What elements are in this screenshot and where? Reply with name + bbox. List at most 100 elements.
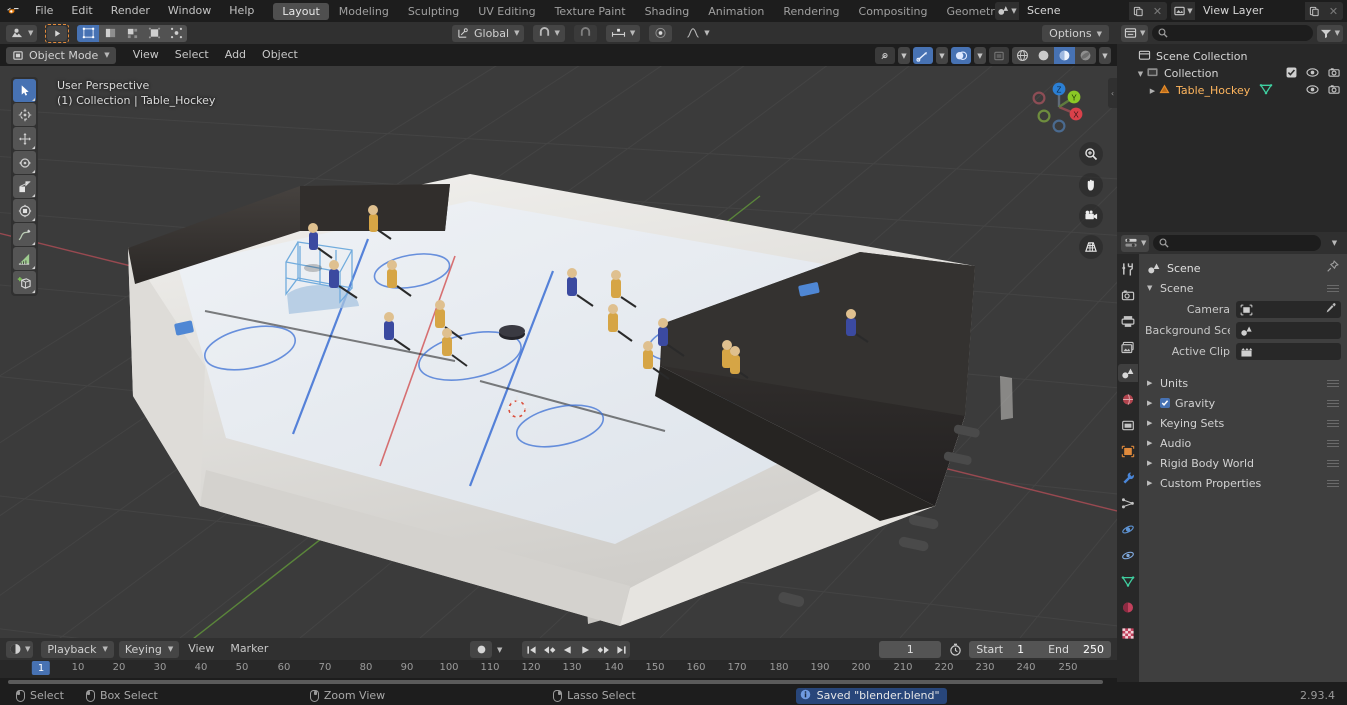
properties-tab-output[interactable] bbox=[1118, 312, 1138, 330]
pan-hand-icon[interactable] bbox=[1079, 173, 1103, 197]
workspace-tab-layout[interactable]: Layout bbox=[273, 2, 329, 20]
snap-settings[interactable] bbox=[573, 24, 597, 42]
outliner-display-mode[interactable]: ▼ bbox=[1121, 24, 1149, 42]
shading-mode-group[interactable] bbox=[1012, 47, 1096, 64]
background-scene-field[interactable] bbox=[1236, 322, 1341, 339]
new-scene-button[interactable] bbox=[1129, 2, 1148, 20]
scale-tool[interactable] bbox=[13, 175, 36, 198]
properties-options-dropdown[interactable]: ▼ bbox=[1325, 235, 1343, 252]
end-value[interactable]: 250 bbox=[1076, 641, 1111, 658]
scene-icon[interactable]: ▼ bbox=[995, 2, 1019, 20]
properties-tab-modifiers[interactable] bbox=[1118, 468, 1138, 486]
unlink-scene-button[interactable]: ✕ bbox=[1148, 2, 1167, 20]
view-layer-name-field[interactable]: View Layer bbox=[1195, 2, 1305, 20]
toggle-perspective-icon[interactable] bbox=[1079, 235, 1103, 259]
vertex-select-icon[interactable] bbox=[77, 24, 100, 42]
units-panel-header[interactable]: ▶ Units bbox=[1139, 373, 1347, 393]
auto-keying-record-button[interactable] bbox=[470, 641, 492, 658]
workspace-tab-texture-paint[interactable]: Texture Paint bbox=[546, 3, 635, 20]
properties-tab-world[interactable] bbox=[1118, 390, 1138, 408]
properties-tab-texture[interactable] bbox=[1118, 624, 1138, 642]
transform-orientation-dropdown[interactable]: Global ▼ bbox=[452, 24, 525, 42]
outliner-filter-button[interactable]: ▼ bbox=[1316, 24, 1343, 42]
sticky-select-icon[interactable] bbox=[165, 24, 188, 42]
eye-icon[interactable] bbox=[1306, 67, 1319, 81]
gravity-panel-header[interactable]: ▶ Gravity bbox=[1139, 393, 1347, 413]
eyedropper-icon[interactable] bbox=[1325, 302, 1337, 317]
wireframe-shading-icon[interactable] bbox=[1012, 47, 1033, 64]
tweak-tool[interactable] bbox=[13, 79, 36, 102]
auto-keying-dropdown[interactable]: ▼ bbox=[497, 646, 502, 654]
jump-start-icon[interactable] bbox=[522, 641, 540, 658]
scene-name-field[interactable]: Scene bbox=[1019, 2, 1129, 20]
rendered-shading-icon[interactable] bbox=[1075, 47, 1096, 64]
timeline-menu-view[interactable]: View bbox=[181, 638, 221, 660]
viewport-menu-view[interactable]: View bbox=[125, 44, 167, 66]
uv-select-mode-group[interactable] bbox=[77, 24, 188, 42]
cursor-tool[interactable] bbox=[13, 103, 36, 126]
properties-tab-scene[interactable] bbox=[1118, 364, 1138, 382]
shading-dropdown[interactable]: ▼ bbox=[1099, 47, 1111, 64]
material-preview-shading-icon[interactable] bbox=[1054, 47, 1075, 64]
show-hide-icon[interactable] bbox=[875, 47, 895, 64]
workspace-tab-compositing[interactable]: Compositing bbox=[850, 3, 937, 20]
zoom-icon[interactable] bbox=[1079, 142, 1103, 166]
properties-tab-particles[interactable] bbox=[1118, 494, 1138, 512]
timeline-playhead[interactable]: 1 bbox=[31, 661, 51, 675]
remove-view-layer-button[interactable]: ✕ bbox=[1324, 2, 1343, 20]
play-icon[interactable] bbox=[576, 641, 594, 658]
timeline-menu-marker[interactable]: Marker bbox=[223, 638, 275, 660]
properties-tab-render[interactable] bbox=[1118, 286, 1138, 304]
gizmo-dropdown[interactable]: ▼ bbox=[936, 47, 948, 64]
properties-tab-tool[interactable] bbox=[1118, 260, 1138, 278]
next-keyframe-icon[interactable] bbox=[594, 641, 612, 658]
active-clip-field[interactable] bbox=[1236, 343, 1341, 360]
3d-viewport[interactable]: User Perspective (1) Collection | Table_… bbox=[0, 66, 1117, 638]
visibility-dropdown[interactable]: ▼ bbox=[898, 47, 910, 64]
properties-tab-constraints[interactable] bbox=[1118, 546, 1138, 564]
frame-range-fields[interactable]: Start 1 End 250 bbox=[969, 641, 1111, 658]
play-reverse-icon[interactable] bbox=[558, 641, 576, 658]
new-view-layer-button[interactable] bbox=[1305, 2, 1324, 20]
outliner-tree[interactable]: Scene Collection ▼ Collection ▶ Table_Ho… bbox=[1117, 44, 1347, 232]
menu-window[interactable]: Window bbox=[159, 0, 220, 22]
current-frame-field[interactable]: 1 bbox=[879, 641, 942, 658]
properties-tab-collection[interactable] bbox=[1118, 416, 1138, 434]
camera-icon[interactable] bbox=[1328, 84, 1341, 98]
prev-keyframe-icon[interactable] bbox=[540, 641, 558, 658]
camera-icon[interactable] bbox=[1328, 67, 1341, 81]
menu-help[interactable]: Help bbox=[220, 0, 263, 22]
face-select-icon[interactable] bbox=[121, 24, 144, 42]
workspace-tab-sculpting[interactable]: Sculpting bbox=[399, 3, 468, 20]
workspace-tab-shading[interactable]: Shading bbox=[636, 3, 699, 20]
stopwatch-icon[interactable] bbox=[945, 641, 965, 658]
pin-icon[interactable] bbox=[1326, 260, 1339, 276]
workspace-tab-uv-editing[interactable]: UV Editing bbox=[469, 3, 544, 20]
gravity-checkbox[interactable] bbox=[1160, 398, 1170, 408]
timeline-ruler[interactable]: 1 10 20 30 40 50 60 70 80 90 100 110 120… bbox=[0, 660, 1117, 678]
overlays-icon[interactable] bbox=[951, 47, 971, 64]
mesh-data-icon[interactable] bbox=[1259, 83, 1273, 98]
options-dropdown[interactable]: Options ▼ bbox=[1042, 25, 1109, 42]
timeline-menu-keying[interactable]: Keying ▼ bbox=[118, 640, 180, 658]
rotate-tool[interactable] bbox=[13, 151, 36, 174]
rigid-body-world-panel-header[interactable]: ▶ Rigid Body World bbox=[1139, 453, 1347, 473]
audio-panel-header[interactable]: ▶ Audio bbox=[1139, 433, 1347, 453]
gizmo-icon[interactable] bbox=[913, 47, 933, 64]
overlays-dropdown[interactable]: ▼ bbox=[974, 47, 986, 64]
disclosure-triangle-right-icon[interactable]: ▶ bbox=[1147, 82, 1158, 99]
navigation-gizmo[interactable]: X Y Z bbox=[1028, 76, 1090, 138]
proportional-falloff-dropdown[interactable]: ▼ bbox=[681, 25, 714, 42]
xray-icon[interactable] bbox=[989, 47, 1009, 64]
snap-toggle[interactable]: ▼ bbox=[533, 24, 565, 42]
view-layer-icon[interactable]: ▼ bbox=[1171, 2, 1195, 20]
properties-tab-view-layer[interactable] bbox=[1118, 338, 1138, 356]
outliner-row-table-hockey[interactable]: ▶ Table_Hockey bbox=[1117, 82, 1347, 99]
timeline-menu-playback[interactable]: Playback ▼ bbox=[41, 640, 114, 658]
workspace-tab-modeling[interactable]: Modeling bbox=[330, 3, 398, 20]
camera-view-icon[interactable] bbox=[1079, 204, 1103, 228]
active-tool-indicator[interactable] bbox=[45, 23, 70, 43]
workspace-tab-rendering[interactable]: Rendering bbox=[774, 3, 848, 20]
properties-editor-type[interactable]: ▼ bbox=[1121, 234, 1150, 252]
outliner-search-input[interactable] bbox=[1152, 25, 1313, 41]
